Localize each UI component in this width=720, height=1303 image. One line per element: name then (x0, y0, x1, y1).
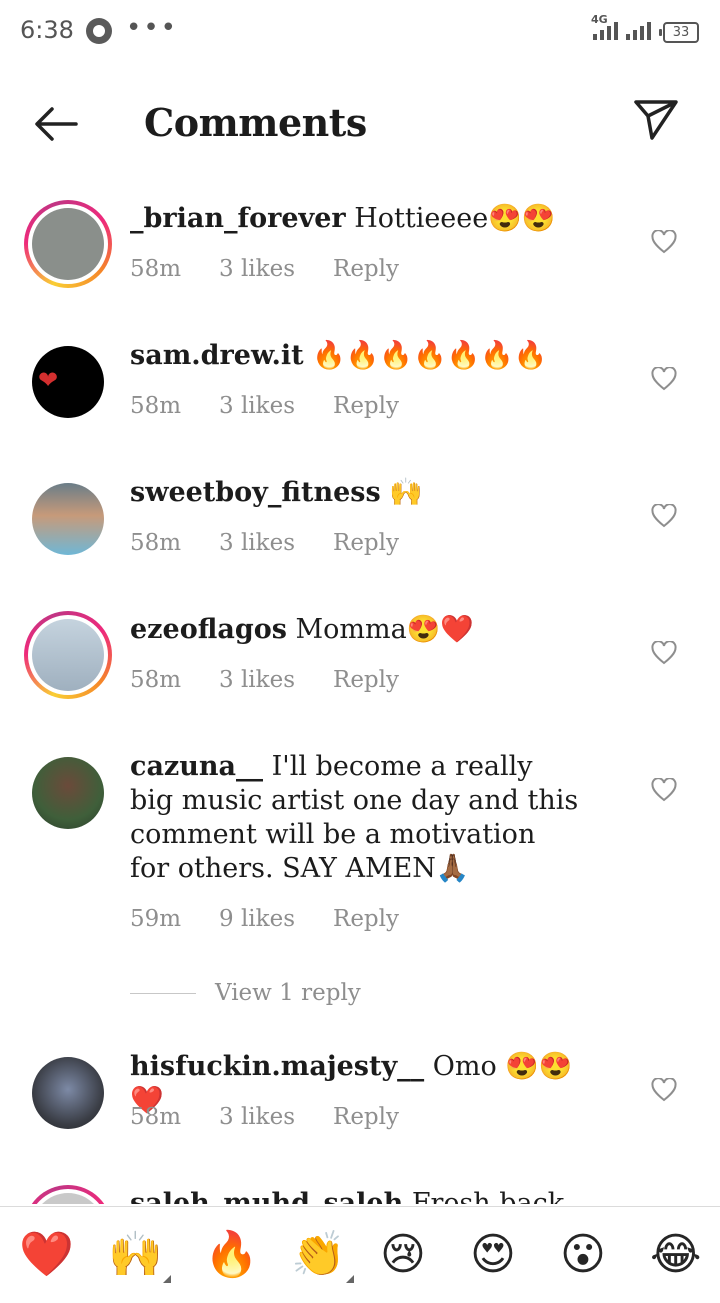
comment-username[interactable]: saleh_muhd_saleh (130, 1188, 403, 1204)
reply-button[interactable]: Reply (333, 1104, 399, 1130)
emoji-clapping[interactable]: 👏 (291, 1229, 354, 1283)
comment-time: 59m (130, 906, 182, 932)
avatar[interactable] (24, 200, 112, 288)
comment-body: Momma😍❤️ (286, 614, 474, 645)
avatar[interactable] (24, 1185, 112, 1204)
reply-button[interactable]: Reply (333, 906, 399, 932)
comment-body: 🙌 (380, 477, 423, 508)
like-heart-icon[interactable] (651, 367, 677, 391)
emoji-astonished[interactable]: 😮 (560, 1229, 606, 1281)
status-time: 6:38 (20, 16, 74, 44)
signal-icon (593, 22, 618, 40)
comment-username[interactable]: sam.drew.it (130, 340, 304, 371)
avatar[interactable]: ❤ (32, 346, 104, 418)
comment-username[interactable]: sweetboy_fitness (130, 477, 381, 508)
comment-time: 58m (130, 667, 182, 693)
emoji-raising-hands[interactable]: 🙌 (108, 1229, 171, 1283)
battery-icon: 33 (659, 22, 699, 43)
avatar[interactable] (32, 483, 104, 555)
comments-list[interactable]: _brian_forever Hottieeee😍😍 58m 3 likes R… (0, 184, 720, 1204)
header: Comments (0, 64, 720, 184)
reply-button[interactable]: Reply (333, 393, 399, 419)
page-title: Comments (144, 100, 367, 145)
reply-button[interactable]: Reply (333, 530, 399, 556)
reply-button[interactable]: Reply (333, 256, 399, 282)
avatar[interactable] (32, 1057, 104, 1129)
back-arrow-icon[interactable] (32, 104, 80, 144)
comment-username[interactable]: _brian_forever (130, 203, 346, 234)
signal-icon-2 (626, 22, 651, 40)
comment-time: 58m (130, 530, 182, 556)
comment-time: 58m (130, 256, 182, 282)
comment-body: 🔥🔥🔥🔥🔥🔥🔥 (303, 340, 548, 371)
like-heart-icon[interactable] (651, 1078, 677, 1102)
avatar[interactable] (32, 757, 104, 829)
comment-username[interactable]: cazuna__ (130, 751, 263, 782)
view-replies-label: View 1 reply (215, 980, 361, 1006)
comment-time: 58m (130, 393, 182, 419)
view-replies-button[interactable]: View 1 reply (130, 980, 361, 1006)
emoji-heart[interactable]: ❤️ (19, 1229, 74, 1281)
more-notifications-icon: ••• (126, 13, 179, 43)
emoji-crying[interactable]: 😢 (380, 1229, 426, 1281)
comment-likes[interactable]: 9 likes (219, 906, 333, 932)
divider-line (130, 992, 196, 994)
like-heart-icon[interactable] (651, 641, 677, 665)
like-heart-icon[interactable] (651, 504, 677, 528)
emoji-laughing[interactable]: 😂 (650, 1229, 701, 1281)
like-heart-icon[interactable] (651, 230, 677, 254)
comment-time: 58m (130, 1104, 182, 1130)
emoji-quick-reactions: ❤️ 🙌 🔥 👏 😢 😍 😮 😂 (0, 1206, 720, 1303)
comment-likes[interactable]: 3 likes (219, 530, 333, 556)
comment-likes[interactable]: 3 likes (219, 667, 333, 693)
emoji-fire[interactable]: 🔥 (204, 1229, 259, 1281)
status-bar: 6:38 ••• 4G 33 (0, 0, 720, 64)
whatsapp-icon (86, 18, 112, 44)
emoji-heart-eyes[interactable]: 😍 (470, 1229, 516, 1281)
comment-likes[interactable]: 3 likes (219, 1104, 333, 1130)
like-heart-icon[interactable] (651, 778, 677, 802)
comment-body: Hottieeee😍😍 (345, 203, 556, 234)
comment-likes[interactable]: 3 likes (219, 256, 333, 282)
comment-likes[interactable]: 3 likes (219, 393, 333, 419)
comment-username[interactable]: hisfuckin.majesty__ (130, 1051, 424, 1082)
avatar[interactable] (24, 611, 112, 699)
reply-button[interactable]: Reply (333, 667, 399, 693)
direct-message-icon[interactable] (632, 98, 680, 142)
comment-username[interactable]: ezeoflagos (130, 614, 287, 645)
